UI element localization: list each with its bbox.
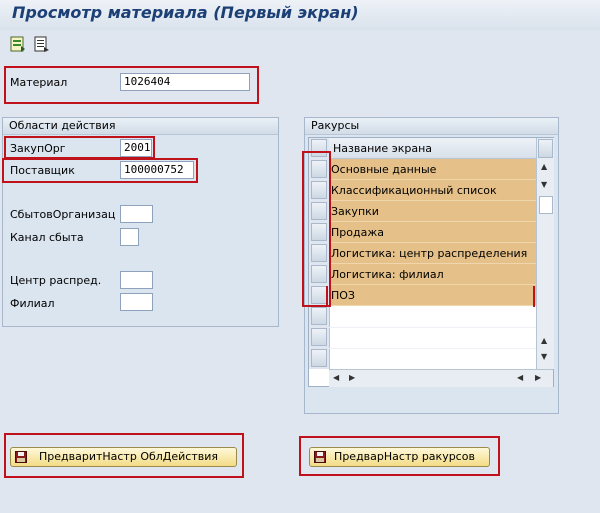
purch-org-label: ЗакупОрг — [10, 142, 66, 155]
vertical-scrollbar[interactable]: ▲ ▼ ▲ ▼ — [536, 138, 554, 369]
title-bar: Просмотр материала (Первый экран) — [0, 0, 600, 30]
vendor-label: Поставщик — [10, 164, 75, 177]
table-settings-button[interactable] — [538, 139, 553, 158]
column-header-screen-name[interactable]: Название экрана — [329, 138, 536, 159]
application-toolbar — [0, 32, 600, 58]
dist-center-field[interactable] — [120, 271, 153, 289]
scroll-left-icon[interactable]: ◀ — [333, 373, 339, 382]
dist-center-label: Центр распред. — [10, 274, 102, 287]
row-selector[interactable] — [311, 307, 327, 325]
row-selector-highlight — [302, 151, 331, 307]
horizontal-scrollbar[interactable]: ◀ ▶ ◀ ▶ — [329, 369, 553, 387]
scroll-up-bottom-icon[interactable]: ▲ — [541, 336, 547, 345]
scroll-down-bottom-icon[interactable]: ▼ — [541, 352, 547, 361]
material-field[interactable]: 1026404 — [120, 73, 250, 91]
row-selector[interactable] — [311, 349, 327, 367]
views-title: Ракурсы — [305, 118, 558, 135]
view-row-basic-data[interactable]: Основные данные — [329, 159, 536, 180]
data-select-icon[interactable] — [10, 36, 26, 52]
branch-field[interactable] — [120, 293, 153, 311]
org-levels-title: Области действия — [3, 118, 278, 135]
page-title: Просмотр материала (Первый экран) — [12, 3, 359, 22]
view-row-sales[interactable]: Продажа — [329, 222, 536, 243]
scroll-down-icon[interactable]: ▼ — [541, 180, 547, 189]
empty-row — [329, 327, 536, 349]
scroll-left-end-icon[interactable]: ◀ — [517, 373, 523, 382]
org-level-defaults-button[interactable]: ПредваритНастр ОблДействия — [10, 447, 237, 467]
org-level-defaults-label: ПредваритНастр ОблДействия — [38, 450, 219, 463]
row-selector[interactable] — [311, 328, 327, 346]
save-icon — [314, 451, 326, 469]
scroll-right-icon[interactable]: ▶ — [349, 373, 355, 382]
save-icon — [15, 451, 27, 469]
purch-org-field[interactable]: 2001 — [120, 139, 152, 157]
view-defaults-label: ПредварНастр ракурсов — [334, 450, 475, 463]
scroll-up-icon[interactable]: ▲ — [541, 162, 547, 171]
sales-org-label: СбытовОрганизац — [10, 208, 116, 221]
scroll-thumb[interactable] — [539, 196, 553, 214]
branch-label: Филиал — [10, 297, 55, 310]
view-defaults-button[interactable]: ПредварНастр ракурсов — [309, 447, 490, 467]
scroll-right-end-icon[interactable]: ▶ — [535, 373, 541, 382]
vendor-field[interactable]: 100000752 — [120, 161, 194, 179]
views-table: Название экрана Основные данные Классифи… — [308, 137, 554, 387]
dist-channel-label: Канал сбыта — [10, 231, 84, 244]
poz-row-highlight — [326, 286, 535, 307]
dist-channel-field[interactable] — [120, 228, 139, 246]
view-detail-icon[interactable] — [34, 36, 50, 52]
view-row-purchasing[interactable]: Закупки — [329, 201, 536, 222]
empty-row — [329, 306, 536, 328]
view-row-logistics-dc[interactable]: Логистика: центр распределения — [329, 243, 536, 264]
sales-org-field[interactable] — [120, 205, 153, 223]
view-row-logistics-store[interactable]: Логистика: филиал — [329, 264, 536, 285]
empty-row — [329, 348, 536, 370]
view-row-classification[interactable]: Классификационный список — [329, 180, 536, 201]
material-label: Материал — [10, 76, 68, 89]
